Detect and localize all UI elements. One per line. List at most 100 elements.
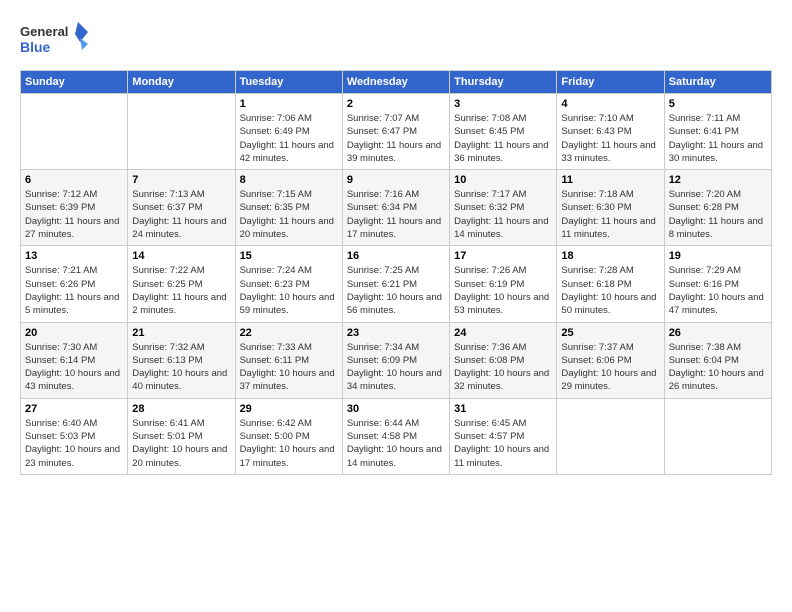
calendar-cell: 26Sunrise: 7:38 AM Sunset: 6:04 PM Dayli… (664, 322, 771, 398)
day-detail: Sunrise: 7:12 AM Sunset: 6:39 PM Dayligh… (25, 188, 123, 241)
day-number: 9 (347, 174, 445, 186)
day-detail: Sunrise: 6:44 AM Sunset: 4:58 PM Dayligh… (347, 417, 445, 470)
calendar-week-row: 1 Sunrise: 7:06 AM Sunset: 6:49 PM Daylig… (21, 94, 772, 170)
day-number: 7 (132, 174, 230, 186)
calendar-cell: 5Sunrise: 7:11 AM Sunset: 6:41 PM Daylig… (664, 94, 771, 170)
calendar-week-row: 13 Sunrise: 7:21 AM Sunset: 6:26 PM Dayli… (21, 246, 772, 322)
calendar-cell: 15 Sunrise: 7:24 AM Sunset: 6:23 PM Dayli… (235, 246, 342, 322)
day-number: 20 (25, 327, 123, 339)
day-number: 28 (132, 403, 230, 415)
calendar-cell: 24 Sunrise: 7:36 AM Sunset: 6:08 PM Dayli… (450, 322, 557, 398)
day-number: 21 (132, 327, 230, 339)
calendar-body: 1 Sunrise: 7:06 AM Sunset: 6:49 PM Daylig… (21, 94, 772, 475)
weekday-header-cell: Tuesday (235, 71, 342, 94)
calendar-cell: 29Sunrise: 6:42 AM Sunset: 5:00 PM Dayli… (235, 398, 342, 474)
calendar-cell (128, 94, 235, 170)
calendar-cell: 10 Sunrise: 7:17 AM Sunset: 6:32 PM Dayli… (450, 170, 557, 246)
calendar-cell: 3 Sunrise: 7:08 AM Sunset: 6:45 PM Daylig… (450, 94, 557, 170)
day-detail: Sunrise: 7:28 AM Sunset: 6:18 PM Dayligh… (561, 264, 659, 317)
weekday-header-row: SundayMondayTuesdayWednesdayThursdayFrid… (21, 71, 772, 94)
day-detail: Sunrise: 7:25 AM Sunset: 6:21 PM Dayligh… (347, 264, 445, 317)
weekday-header-cell: Friday (557, 71, 664, 94)
day-number: 4 (561, 98, 659, 110)
calendar-week-row: 6 Sunrise: 7:12 AM Sunset: 6:39 PM Daylig… (21, 170, 772, 246)
day-number: 31 (454, 403, 552, 415)
calendar-cell: 16 Sunrise: 7:25 AM Sunset: 6:21 PM Dayli… (342, 246, 449, 322)
calendar-cell (21, 94, 128, 170)
calendar-cell: 19Sunrise: 7:29 AM Sunset: 6:16 PM Dayli… (664, 246, 771, 322)
calendar-cell: 11 Sunrise: 7:18 AM Sunset: 6:30 PM Dayli… (557, 170, 664, 246)
day-number: 1 (240, 98, 338, 110)
weekday-header-cell: Sunday (21, 71, 128, 94)
day-detail: Sunrise: 7:34 AM Sunset: 6:09 PM Dayligh… (347, 341, 445, 394)
calendar-cell: 7 Sunrise: 7:13 AM Sunset: 6:37 PM Daylig… (128, 170, 235, 246)
day-number: 18 (561, 250, 659, 262)
calendar-cell: 2 Sunrise: 7:07 AM Sunset: 6:47 PM Daylig… (342, 94, 449, 170)
svg-text:General: General (20, 24, 68, 39)
day-number: 17 (454, 250, 552, 262)
calendar-week-row: 27 Sunrise: 6:40 AM Sunset: 5:03 PM Dayli… (21, 398, 772, 474)
page-header: General Blue (20, 20, 772, 60)
day-detail: Sunrise: 7:37 AM Sunset: 6:06 PM Dayligh… (561, 341, 659, 394)
day-number: 8 (240, 174, 338, 186)
calendar-cell: 25 Sunrise: 7:37 AM Sunset: 6:06 PM Dayli… (557, 322, 664, 398)
day-number: 10 (454, 174, 552, 186)
calendar-cell (664, 398, 771, 474)
day-detail: Sunrise: 7:32 AM Sunset: 6:13 PM Dayligh… (132, 341, 230, 394)
day-number: 22 (240, 327, 338, 339)
day-detail: Sunrise: 7:10 AM Sunset: 6:43 PM Dayligh… (561, 112, 659, 165)
day-detail: Sunrise: 7:08 AM Sunset: 6:45 PM Dayligh… (454, 112, 552, 165)
day-number: 14 (132, 250, 230, 262)
day-number: 15 (240, 250, 338, 262)
calendar-cell: 18 Sunrise: 7:28 AM Sunset: 6:18 PM Dayli… (557, 246, 664, 322)
day-detail: Sunrise: 6:45 AM Sunset: 4:57 PM Dayligh… (454, 417, 552, 470)
calendar-cell: 8 Sunrise: 7:15 AM Sunset: 6:35 PM Daylig… (235, 170, 342, 246)
weekday-header-cell: Wednesday (342, 71, 449, 94)
day-detail: Sunrise: 7:15 AM Sunset: 6:35 PM Dayligh… (240, 188, 338, 241)
day-detail: Sunrise: 7:07 AM Sunset: 6:47 PM Dayligh… (347, 112, 445, 165)
day-detail: Sunrise: 7:11 AM Sunset: 6:41 PM Dayligh… (669, 112, 767, 165)
svg-text:Blue: Blue (20, 39, 51, 55)
calendar-cell: 20 Sunrise: 7:30 AM Sunset: 6:14 PM Dayli… (21, 322, 128, 398)
day-detail: Sunrise: 7:22 AM Sunset: 6:25 PM Dayligh… (132, 264, 230, 317)
calendar-cell: 31 Sunrise: 6:45 AM Sunset: 4:57 PM Dayli… (450, 398, 557, 474)
day-detail: Sunrise: 7:18 AM Sunset: 6:30 PM Dayligh… (561, 188, 659, 241)
day-number: 3 (454, 98, 552, 110)
day-detail: Sunrise: 7:30 AM Sunset: 6:14 PM Dayligh… (25, 341, 123, 394)
day-number: 30 (347, 403, 445, 415)
day-number: 25 (561, 327, 659, 339)
day-number: 29 (240, 403, 338, 415)
day-detail: Sunrise: 7:33 AM Sunset: 6:11 PM Dayligh… (240, 341, 338, 394)
day-detail: Sunrise: 7:16 AM Sunset: 6:34 PM Dayligh… (347, 188, 445, 241)
day-detail: Sunrise: 6:40 AM Sunset: 5:03 PM Dayligh… (25, 417, 123, 470)
day-number: 2 (347, 98, 445, 110)
day-number: 6 (25, 174, 123, 186)
weekday-header-cell: Saturday (664, 71, 771, 94)
day-number: 19 (669, 250, 767, 262)
calendar-cell: 17Sunrise: 7:26 AM Sunset: 6:19 PM Dayli… (450, 246, 557, 322)
calendar-cell: 13 Sunrise: 7:21 AM Sunset: 6:26 PM Dayli… (21, 246, 128, 322)
day-detail: Sunrise: 7:24 AM Sunset: 6:23 PM Dayligh… (240, 264, 338, 317)
day-detail: Sunrise: 7:13 AM Sunset: 6:37 PM Dayligh… (132, 188, 230, 241)
day-number: 16 (347, 250, 445, 262)
calendar-cell: 23Sunrise: 7:34 AM Sunset: 6:09 PM Dayli… (342, 322, 449, 398)
day-number: 27 (25, 403, 123, 415)
day-number: 12 (669, 174, 767, 186)
day-detail: Sunrise: 6:41 AM Sunset: 5:01 PM Dayligh… (132, 417, 230, 470)
calendar-cell: 27 Sunrise: 6:40 AM Sunset: 5:03 PM Dayli… (21, 398, 128, 474)
calendar-cell: 4 Sunrise: 7:10 AM Sunset: 6:43 PM Daylig… (557, 94, 664, 170)
day-detail: Sunrise: 7:06 AM Sunset: 6:49 PM Dayligh… (240, 112, 338, 165)
day-detail: Sunrise: 7:21 AM Sunset: 6:26 PM Dayligh… (25, 264, 123, 317)
day-number: 26 (669, 327, 767, 339)
day-number: 11 (561, 174, 659, 186)
day-detail: Sunrise: 7:20 AM Sunset: 6:28 PM Dayligh… (669, 188, 767, 241)
day-number: 24 (454, 327, 552, 339)
calendar-cell: 14 Sunrise: 7:22 AM Sunset: 6:25 PM Dayli… (128, 246, 235, 322)
weekday-header-cell: Thursday (450, 71, 557, 94)
logo-svg: General Blue (20, 20, 90, 60)
day-detail: Sunrise: 7:36 AM Sunset: 6:08 PM Dayligh… (454, 341, 552, 394)
day-number: 13 (25, 250, 123, 262)
day-detail: Sunrise: 7:17 AM Sunset: 6:32 PM Dayligh… (454, 188, 552, 241)
calendar-cell: 12 Sunrise: 7:20 AM Sunset: 6:28 PM Dayli… (664, 170, 771, 246)
logo: General Blue (20, 20, 90, 60)
